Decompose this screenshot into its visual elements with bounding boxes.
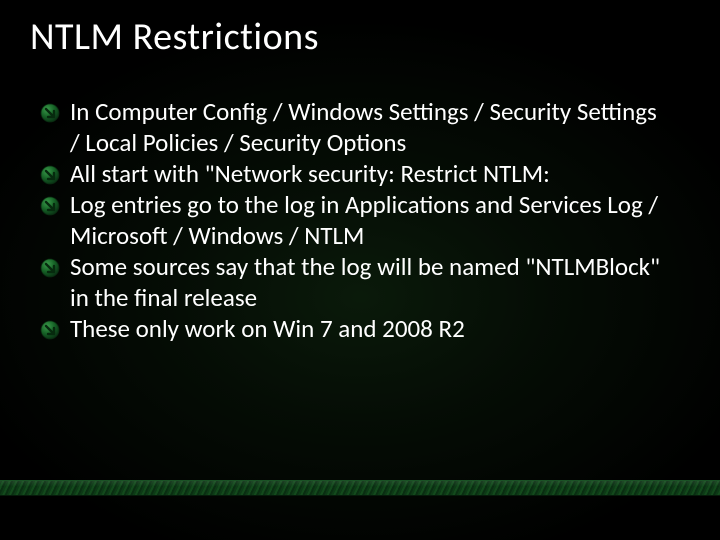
- arrow-bullet-icon: [40, 196, 60, 216]
- arrow-bullet-icon: [40, 320, 60, 340]
- slide-container: NTLM Restrictions In Computer Config: [0, 0, 720, 540]
- list-item-text: In Computer Config / Windows Settings / …: [70, 96, 670, 158]
- slide-title: NTLM Restrictions: [30, 14, 690, 60]
- list-item: These only work on Win 7 and 2008 R2: [40, 313, 670, 344]
- list-item: In Computer Config / Windows Settings / …: [40, 96, 670, 158]
- list-item: Some sources say that the log will be na…: [40, 251, 670, 313]
- list-item: Log entries go to the log in Application…: [40, 189, 670, 251]
- footer-decorative-bar: [0, 480, 720, 496]
- list-item: All start with "Network security: Restri…: [40, 158, 670, 189]
- list-item-text: Some sources say that the log will be na…: [70, 251, 670, 313]
- arrow-bullet-icon: [40, 258, 60, 278]
- list-item-text: These only work on Win 7 and 2008 R2: [70, 313, 465, 344]
- bullet-list: In Computer Config / Windows Settings / …: [30, 96, 690, 344]
- list-item-text: All start with "Network security: Restri…: [70, 158, 550, 189]
- list-item-text: Log entries go to the log in Application…: [70, 189, 670, 251]
- arrow-bullet-icon: [40, 103, 60, 123]
- arrow-bullet-icon: [40, 165, 60, 185]
